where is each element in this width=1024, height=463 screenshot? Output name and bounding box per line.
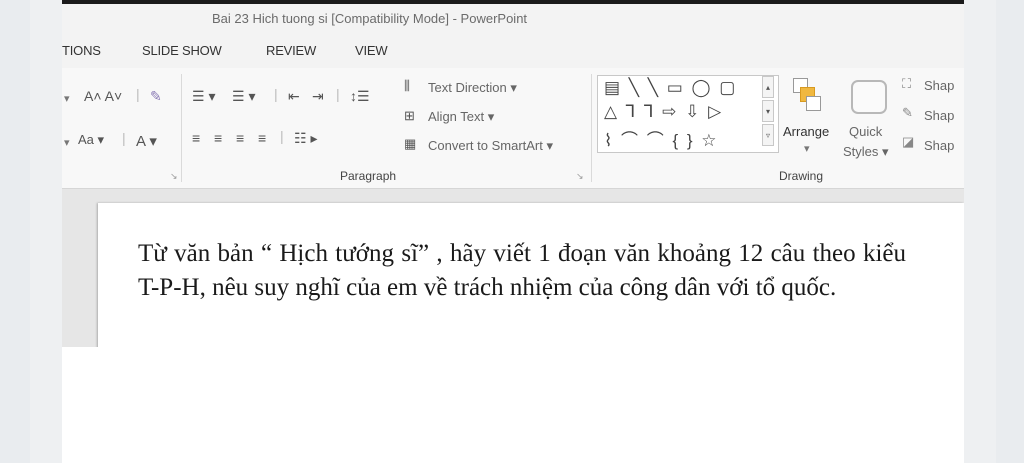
slide-body-text[interactable]: Từ văn bản “ Hịch tướng sĩ” , hãy viết 1… (138, 237, 906, 305)
left-margin-bar (0, 0, 30, 463)
align-text-icon: ⊞ (404, 108, 415, 123)
decrease-indent-icon[interactable]: ⇤ (288, 88, 300, 105)
shape-effects-button[interactable]: Shap (924, 138, 954, 153)
arrange-icon[interactable] (793, 78, 821, 112)
divider-icon: | (136, 86, 140, 102)
columns-icon[interactable]: ☷ ▸ (294, 130, 317, 147)
shapes-more-icon[interactable]: ▿ (762, 124, 774, 146)
group-divider-font (181, 74, 182, 182)
align-text-button[interactable]: Align Text ▾ (428, 109, 494, 125)
shape-fill-icon[interactable]: ⛶ (902, 76, 911, 92)
change-case-button[interactable]: Aa ▾ (78, 132, 104, 148)
shapes-row-misc[interactable]: ⌇ ⌒ ⌒ { } ☆ (604, 126, 719, 151)
drawing-group-label: Drawing (779, 169, 824, 183)
text-direction-icon: ⫼ (404, 78, 410, 93)
right-margin-bar (996, 0, 1024, 463)
tab-slide-show[interactable]: SLIDE SHOW (142, 43, 222, 58)
bullets-button-icon[interactable]: ☰ ▾ (192, 88, 215, 105)
paragraph-launcher-icon[interactable]: ↘ (576, 171, 584, 182)
justify-icon[interactable]: ≡ (258, 130, 266, 146)
shapes-scroll-buttons: ▴ ▾ ▿ (762, 76, 775, 148)
font-color-button[interactable]: A ▾ (136, 132, 157, 150)
divider-icon-2: | (122, 130, 126, 146)
shape-outline-icon[interactable]: ✎ (902, 105, 913, 121)
shapes-row-arrows[interactable]: △ ⅂ ⅂ ⇨ ⇩ ▷ (604, 102, 723, 122)
arrange-dropdown-icon[interactable]: ▾ (804, 142, 810, 155)
slide-canvas[interactable]: Từ văn bản “ Hịch tướng sĩ” , hãy viết 1… (98, 203, 964, 363)
shape-outline-button[interactable]: Shap (924, 108, 954, 123)
tab-animations[interactable]: TIONS (62, 43, 101, 58)
format-dropdown-icon[interactable]: ▾ (64, 136, 70, 149)
line-spacing-icon[interactable]: ↕☰ (350, 88, 370, 105)
quick-styles-label[interactable]: Quick (849, 124, 882, 139)
numbering-button-icon[interactable]: ☰ ▾ (232, 88, 255, 105)
blank-area (62, 347, 964, 463)
group-divider-paragraph (591, 74, 592, 182)
paragraph-group-label: Paragraph (340, 169, 397, 183)
font-size-dropdown-icon[interactable]: ▾ (64, 92, 70, 105)
shapes-scroll-down-icon[interactable]: ▾ (762, 100, 774, 122)
shape-effects-icon[interactable]: ◪ (902, 134, 914, 150)
align-right-icon[interactable]: ≡ (236, 130, 244, 146)
convert-smartart-button[interactable]: Convert to SmartArt ▾ (428, 138, 553, 154)
increase-indent-icon[interactable]: ⇥ (312, 88, 324, 105)
shape-fill-button[interactable]: Shap (924, 78, 954, 93)
title-bar: Bai 23 Hich tuong si [Compatibility Mode… (62, 4, 964, 36)
arrange-button[interactable]: Arrange (783, 124, 829, 139)
align-center-icon[interactable]: ≡ (214, 130, 222, 146)
align-left-icon[interactable]: ≡ (192, 130, 200, 146)
quick-styles-icon[interactable] (851, 80, 887, 114)
divider-icon-3: | (274, 86, 278, 102)
tab-review[interactable]: REVIEW (266, 43, 316, 58)
smartart-icon: ▦ (404, 136, 417, 151)
clear-formatting-icon[interactable]: ✎ (150, 88, 162, 105)
grow-shrink-font-buttons[interactable]: A˄ A˅ (84, 88, 122, 104)
shapes-row-lines[interactable]: ▤ ╲ ╲ ▭ ◯ ▢ (604, 78, 737, 98)
window-title: Bai 23 Hich tuong si [Compatibility Mode… (212, 11, 528, 26)
ribbon: ▾ A˄ A˅ | ✎ ▾ Aa ▾ | A ▾ ↘ ☰ ▾ ☰ ▾ | ⇤ ⇥… (62, 68, 964, 189)
slide-workspace: Từ văn bản “ Hịch tướng sĩ” , hãy viết 1… (62, 189, 964, 363)
powerpoint-window: Bai 23 Hich tuong si [Compatibility Mode… (62, 0, 964, 463)
shapes-gallery[interactable]: ▤ ╲ ╲ ▭ ◯ ▢ △ ⅂ ⅂ ⇨ ⇩ ▷ ⌇ ⌒ ⌒ { } ☆ (597, 75, 779, 153)
ribbon-tabs: TIONS SLIDE SHOW REVIEW VIEW (62, 36, 964, 68)
text-direction-button[interactable]: Text Direction ▾ (428, 80, 517, 96)
quick-styles-dropdown[interactable]: Styles ▾ (843, 144, 889, 160)
tab-view[interactable]: VIEW (355, 43, 388, 58)
divider-icon-4: | (336, 86, 340, 102)
font-launcher-icon[interactable]: ↘ (170, 171, 178, 182)
divider-icon-5: | (280, 128, 284, 144)
shapes-scroll-up-icon[interactable]: ▴ (762, 76, 774, 98)
